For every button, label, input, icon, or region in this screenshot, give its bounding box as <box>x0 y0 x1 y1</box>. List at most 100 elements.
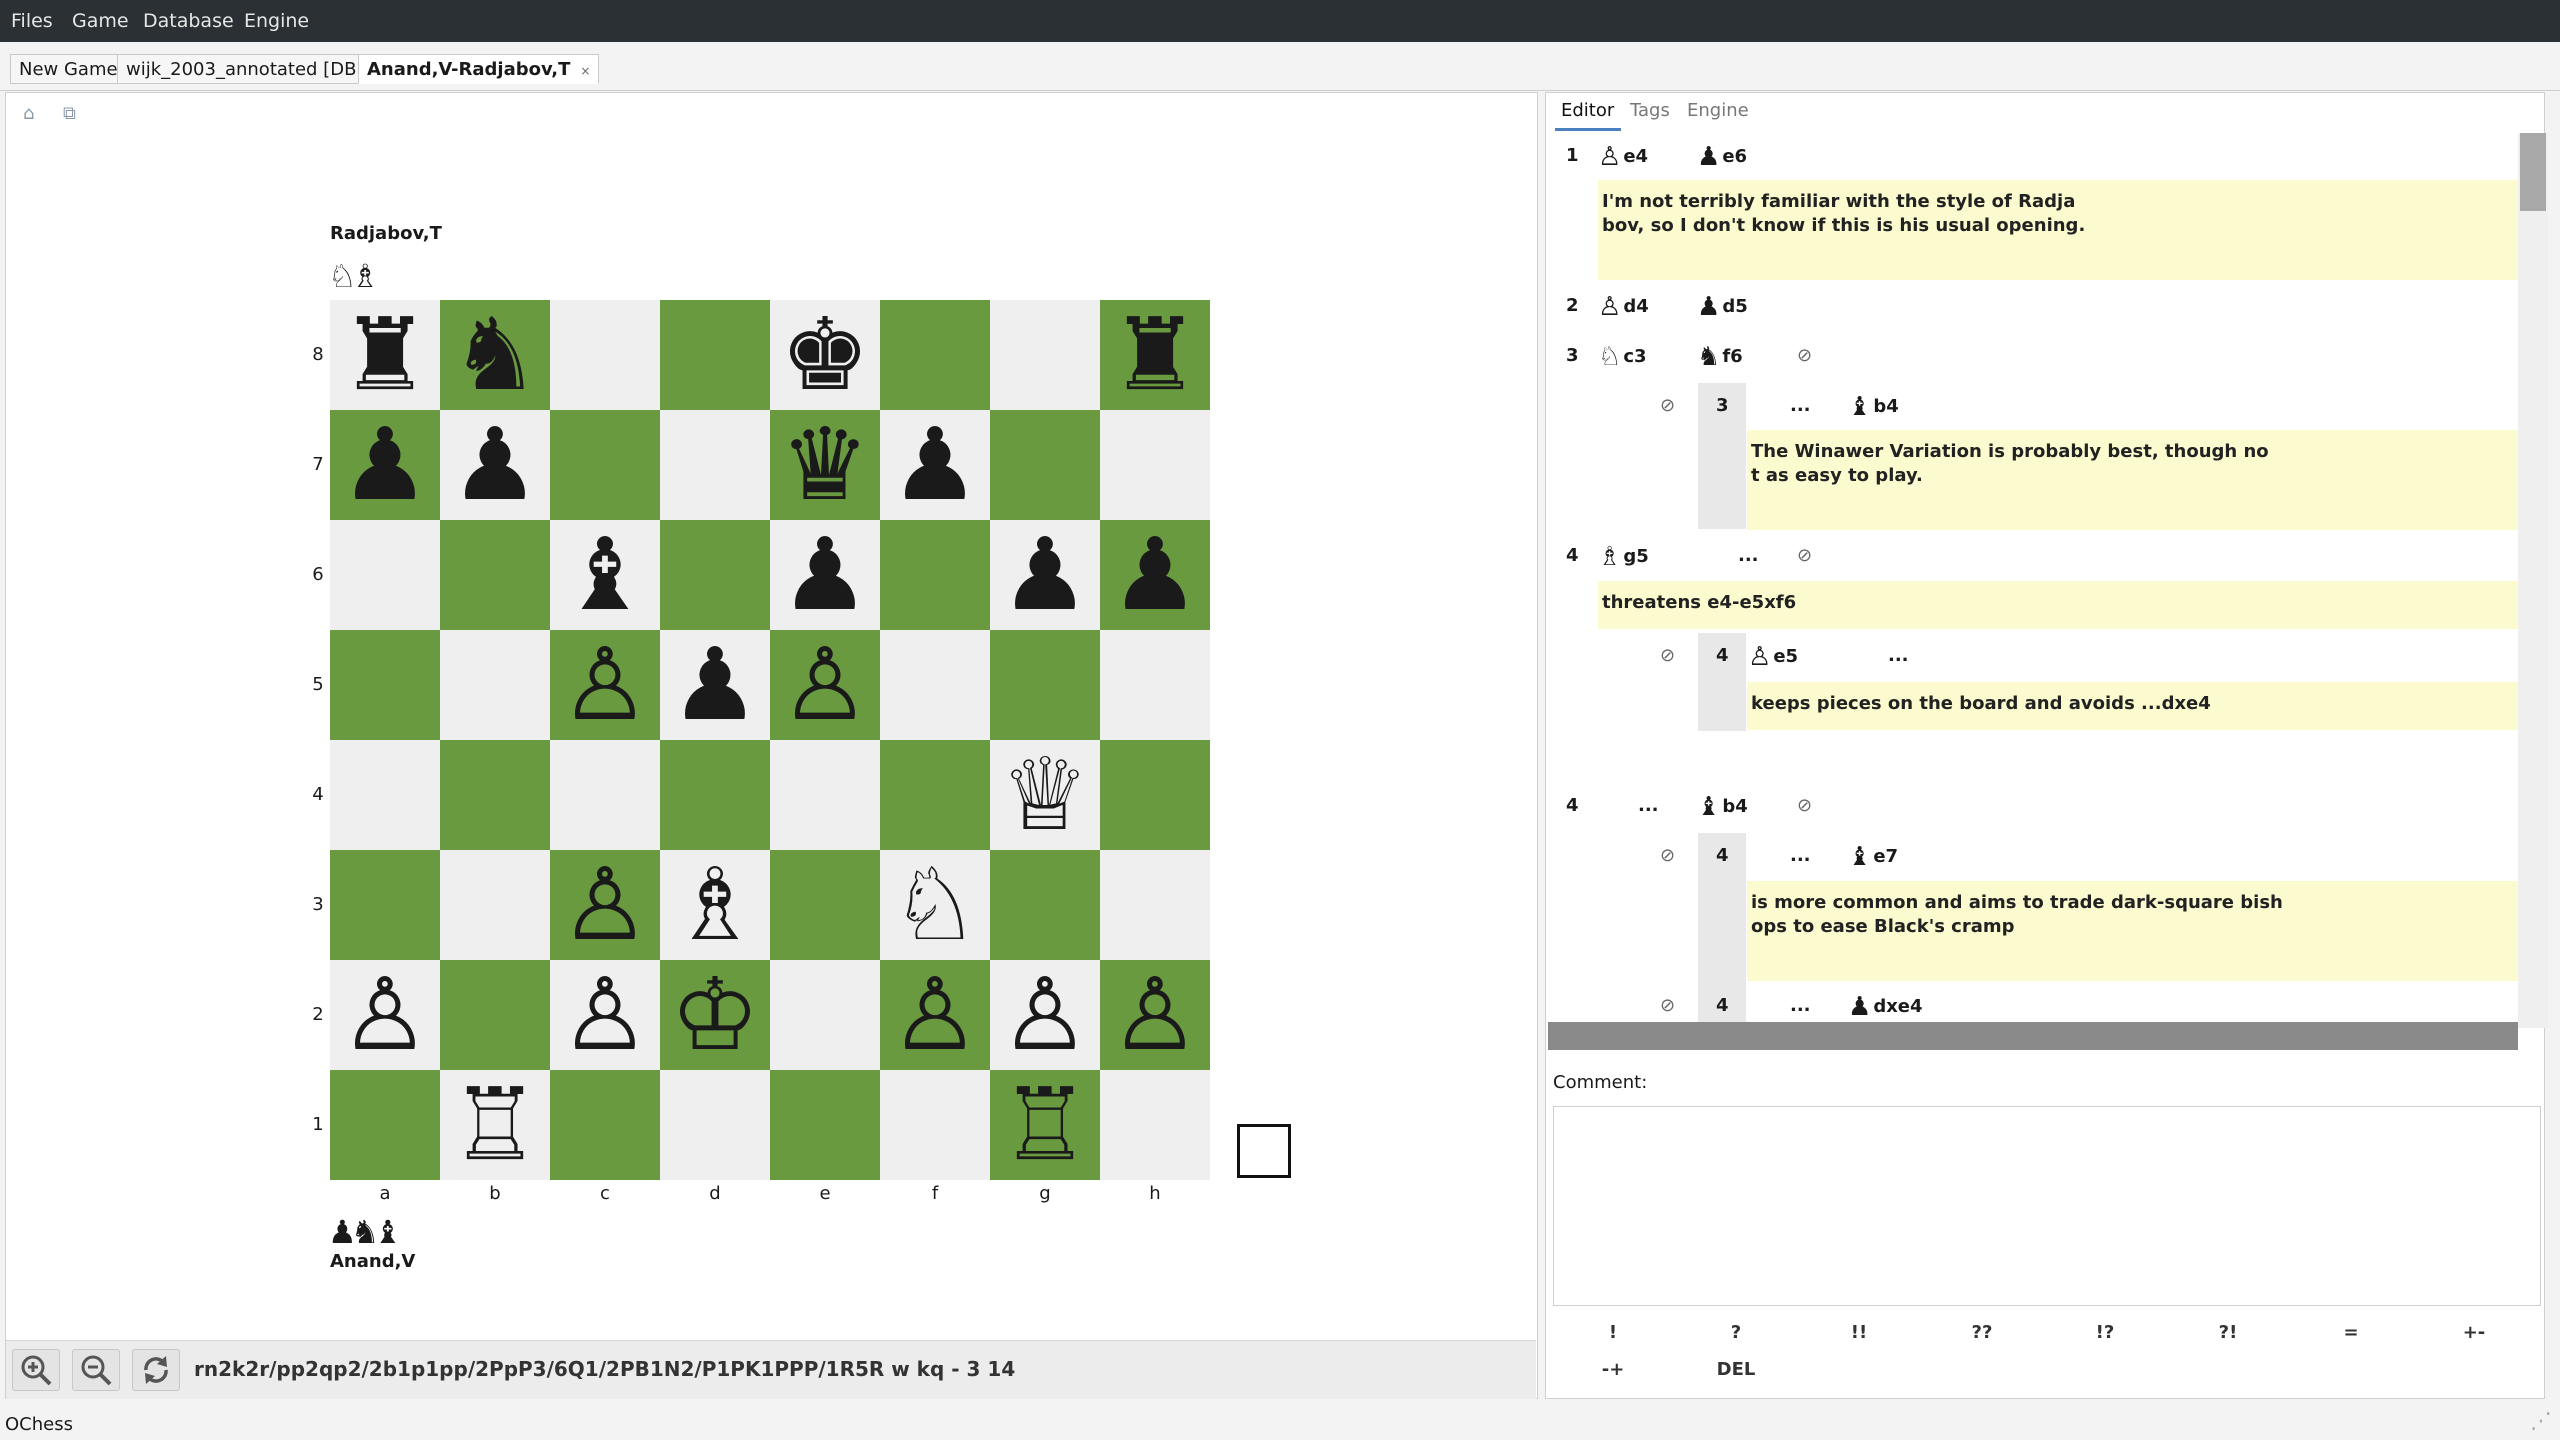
square-g8[interactable] <box>990 300 1100 410</box>
move-black[interactable]: ♞ f6 <box>1697 342 1743 372</box>
copy-icon[interactable]: ⧉ <box>63 103 76 124</box>
square-d6[interactable] <box>660 520 770 630</box>
square-b8[interactable]: ♞ <box>440 300 550 410</box>
square-c8[interactable] <box>550 300 660 410</box>
menu-game[interactable]: Game <box>72 0 129 42</box>
square-d1[interactable] <box>660 1070 770 1180</box>
move-comment[interactable]: keeps pieces on the board and avoids ...… <box>1747 682 2518 730</box>
menu-files[interactable]: Files <box>11 0 53 42</box>
square-e4[interactable] <box>770 740 880 850</box>
nag-button[interactable]: !? <box>2075 1322 2135 1343</box>
square-b6[interactable] <box>440 520 550 630</box>
square-f2[interactable]: ♙ <box>880 960 990 1070</box>
tab-engine[interactable]: Engine <box>1687 100 1749 121</box>
hide-variation-icon[interactable]: ⊘ <box>1797 795 1812 816</box>
square-e1[interactable] <box>770 1070 880 1180</box>
square-d4[interactable] <box>660 740 770 850</box>
square-g1[interactable]: ♖ <box>990 1070 1100 1180</box>
hide-variation-icon[interactable]: ⊘ <box>1797 345 1812 366</box>
square-e2[interactable] <box>770 960 880 1070</box>
square-c2[interactable]: ♙ <box>550 960 660 1070</box>
nag-button[interactable]: ?? <box>1952 1322 2012 1343</box>
square-h4[interactable] <box>1100 740 1210 850</box>
square-b1[interactable]: ♖ <box>440 1070 550 1180</box>
move-comment[interactable]: threatens e4-e5xf6 <box>1598 581 2518 629</box>
move-white[interactable]: ♙ e4 <box>1598 142 1648 172</box>
move-black[interactable]: ♝ b4 <box>1697 792 1748 822</box>
move-black[interactable]: ♟ dxe4 <box>1848 992 1923 1022</box>
square-d5[interactable]: ♟ <box>660 630 770 740</box>
square-c7[interactable] <box>550 410 660 520</box>
move-white[interactable]: ♙ e5 <box>1748 642 1798 672</box>
square-d3[interactable]: ♗ <box>660 850 770 960</box>
square-b5[interactable] <box>440 630 550 740</box>
square-b7[interactable]: ♟ <box>440 410 550 520</box>
tab-database[interactable]: wijk_2003_annotated [DB] <box>117 54 373 84</box>
nag-button[interactable]: ?! <box>2198 1322 2258 1343</box>
tab-tags[interactable]: Tags <box>1630 100 1670 121</box>
square-h7[interactable] <box>1100 410 1210 520</box>
nag-button[interactable]: ? <box>1706 1322 1766 1343</box>
menu-database[interactable]: Database <box>143 0 234 42</box>
square-f7[interactable]: ♟ <box>880 410 990 520</box>
move-comment[interactable]: The Winawer Variation is probably best, … <box>1747 430 2518 530</box>
square-b3[interactable] <box>440 850 550 960</box>
square-g6[interactable]: ♟ <box>990 520 1100 630</box>
square-e6[interactable]: ♟ <box>770 520 880 630</box>
square-c4[interactable] <box>550 740 660 850</box>
square-c3[interactable]: ♙ <box>550 850 660 960</box>
square-c1[interactable] <box>550 1070 660 1180</box>
square-h5[interactable] <box>1100 630 1210 740</box>
square-f5[interactable] <box>880 630 990 740</box>
fen-string[interactable]: rn2k2r/pp2qp2/2b1p1pp/2PpP3/6Q1/2PB1N2/P… <box>194 1357 1015 1381</box>
square-c5[interactable]: ♙ <box>550 630 660 740</box>
square-h1[interactable] <box>1100 1070 1210 1180</box>
move-comment[interactable]: I'm not terribly familiar with the style… <box>1598 180 2518 280</box>
square-g2[interactable]: ♙ <box>990 960 1100 1070</box>
zoom-in-button[interactable] <box>12 1349 60 1391</box>
square-f1[interactable] <box>880 1070 990 1180</box>
nag-button[interactable]: !! <box>1829 1322 1889 1343</box>
square-a3[interactable] <box>330 850 440 960</box>
chessboard[interactable]: ♜ ♞ ♚ ♜ ♟ ♟ ♛ ♟ ♝ ♟ ♟ ♟ ♙ ♟ ♙ ♕ ♙ ♗ ♘ ♙ ♙ ♔ ♙ ♙ ♙ ♖ ♖ <box>330 300 1210 1180</box>
comment-input[interactable] <box>1553 1106 2541 1306</box>
hide-variation-icon[interactable]: ⊘ <box>1660 645 1675 666</box>
hide-variation-icon[interactable]: ⊘ <box>1660 845 1675 866</box>
move-white[interactable]: ♙ d4 <box>1598 292 1649 322</box>
square-h3[interactable] <box>1100 850 1210 960</box>
move-black[interactable]: ♝ e7 <box>1848 842 1898 872</box>
square-e3[interactable] <box>770 850 880 960</box>
square-g4[interactable]: ♕ <box>990 740 1100 850</box>
square-e8[interactable]: ♚ <box>770 300 880 410</box>
zoom-out-button[interactable] <box>72 1349 120 1391</box>
square-f4[interactable] <box>880 740 990 850</box>
move-black[interactable]: ♟ d5 <box>1697 292 1748 322</box>
nag-button[interactable]: ! <box>1583 1322 1643 1343</box>
resize-grip-icon[interactable]: ⋰ <box>2530 1409 2552 1434</box>
square-g7[interactable] <box>990 410 1100 520</box>
nag-button[interactable]: -+ <box>1583 1359 1643 1380</box>
delete-nag-button[interactable]: DEL <box>1706 1359 1766 1380</box>
square-a1[interactable] <box>330 1070 440 1180</box>
move-comment[interactable]: is more common and aims to trade dark-sq… <box>1747 881 2518 981</box>
square-g5[interactable] <box>990 630 1100 740</box>
square-a6[interactable] <box>330 520 440 630</box>
square-h6[interactable]: ♟ <box>1100 520 1210 630</box>
square-f8[interactable] <box>880 300 990 410</box>
square-d2[interactable]: ♔ <box>660 960 770 1070</box>
square-c6[interactable]: ♝ <box>550 520 660 630</box>
square-f6[interactable] <box>880 520 990 630</box>
tab-game[interactable]: Anand,V-Radjabov,T × <box>358 54 600 84</box>
move-white[interactable]: ♗ g5 <box>1598 542 1649 572</box>
square-e7[interactable]: ♛ <box>770 410 880 520</box>
square-e5[interactable]: ♙ <box>770 630 880 740</box>
horizontal-scrollbar[interactable] <box>1548 1022 2518 1050</box>
tab-new-game[interactable]: New Game <box>10 54 127 84</box>
lock-icon[interactable]: ⌂ <box>23 103 34 124</box>
square-h8[interactable]: ♜ <box>1100 300 1210 410</box>
square-a4[interactable] <box>330 740 440 850</box>
square-b4[interactable] <box>440 740 550 850</box>
square-a2[interactable]: ♙ <box>330 960 440 1070</box>
nag-button[interactable]: = <box>2321 1322 2381 1343</box>
square-d8[interactable] <box>660 300 770 410</box>
